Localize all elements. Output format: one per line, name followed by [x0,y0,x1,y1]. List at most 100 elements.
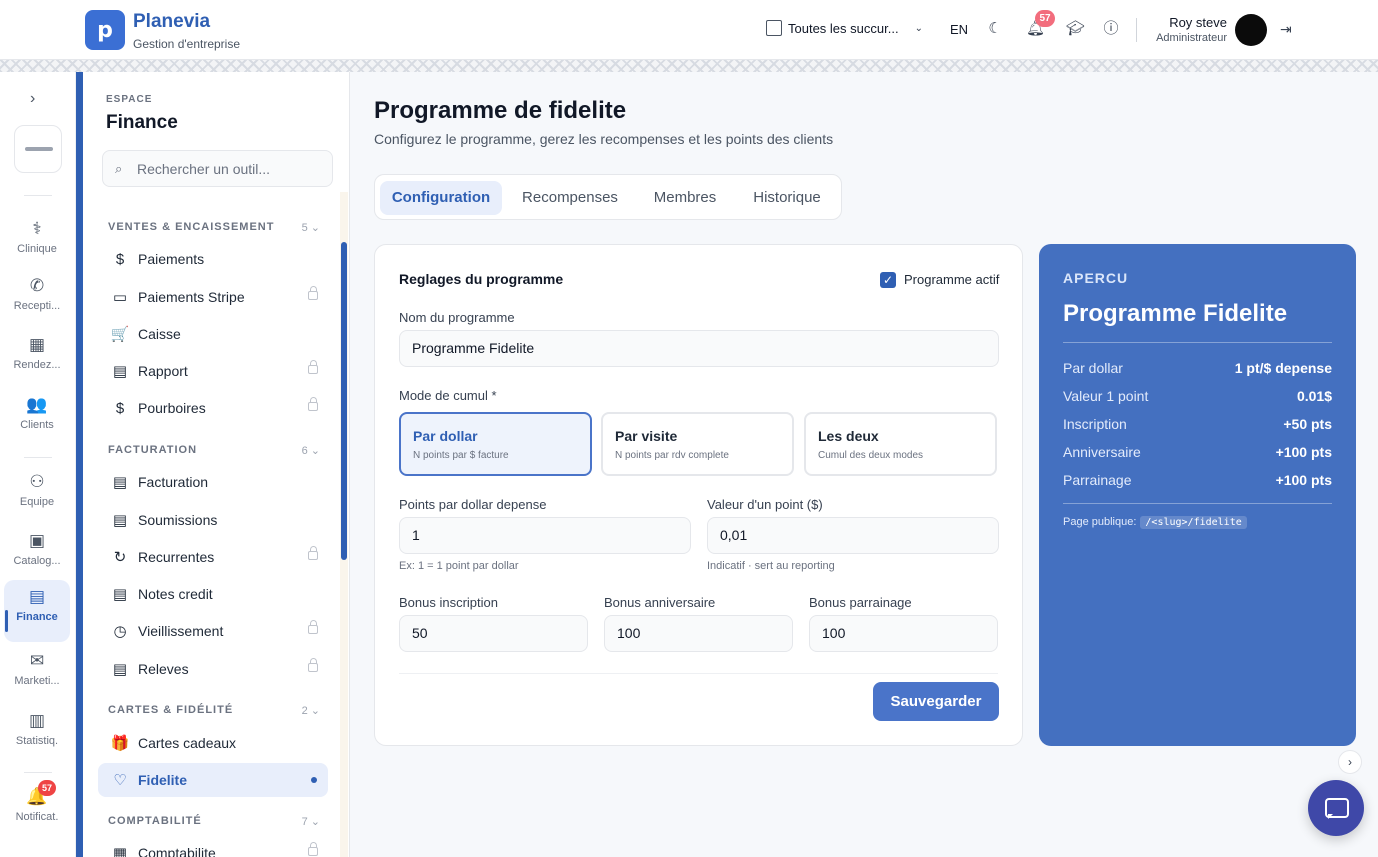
rail-item-marketing[interactable]: ✉ Marketi... [4,644,70,706]
avatar[interactable] [1235,14,1267,46]
finance-sidebar: ESPACE Finance ⌕ VENTES & ENCAISSEMENT 5… [76,72,350,857]
nav-item-soumissions[interactable]: ▤ Soumissions [98,503,328,537]
nav-item-paiements[interactable]: $ Paiements [98,242,328,276]
lock-icon [308,658,318,672]
app-logo[interactable]: p [85,10,125,50]
mode-option-par-dollar[interactable]: Par dollar N points par $ facture [399,412,592,476]
public-page-label: Page publique: [1063,516,1137,528]
points-per-dollar-input[interactable]: 1 [399,517,691,554]
save-button[interactable]: Sauvegarder [873,682,999,721]
nav-item-comptabilite[interactable]: ▦ Comptabilite [98,836,328,857]
preview-label: APERCU [1063,270,1129,286]
user-name[interactable]: Roy steve [1140,15,1227,30]
nav-item-rapport[interactable]: ▤ Rapport [98,354,328,388]
help-icon[interactable]: ⓘ [1102,20,1120,38]
nav-item-fidelite[interactable]: ♡ Fidelite [98,763,328,797]
rail-item-notifications[interactable]: 🔔 Notificat. [4,780,70,842]
preview-row-key: Valeur 1 point [1063,388,1149,404]
nav-item-cartes-cadeaux[interactable]: 🎁 Cartes cadeaux [98,726,328,760]
section-header-cartes[interactable]: CARTES & FIDÉLITÉ 2 ⌄ [108,704,320,717]
preview-row-key: Parrainage [1063,472,1132,488]
moon-icon[interactable]: ☾ [986,20,1004,38]
tab-recompenses[interactable]: Recompenses [508,181,632,215]
branch-selector[interactable]: Toutes les succur... ⌄ [766,20,923,36]
preview-row-value: +100 pts [1275,472,1332,488]
active-dot [311,777,317,783]
nav-item-label: Vieillissement [138,623,224,639]
section-header-facturation[interactable]: FACTURATION 6 ⌄ [108,444,320,457]
rail-item-label: Equipe [19,496,55,508]
bonus-anniversaire-input[interactable]: 100 [604,615,793,652]
refresh-icon: ↻ [113,549,127,566]
wallet-icon: ▤ [28,587,46,606]
team-icon: ⚇ [29,472,45,491]
nav-item-facturation[interactable]: ▤ Facturation [98,465,328,499]
preview-row: Par dollar 1 pt/$ depense [1063,360,1332,380]
rail-item-rendezvous[interactable]: ▦ Rendez... [4,328,70,390]
tab-historique[interactable]: Historique [738,181,836,215]
preview-row-value: 0.01$ [1296,388,1332,404]
bonus-inscription-input[interactable]: 50 [399,615,588,652]
section-header-comptabilite[interactable]: COMPTABILITÉ 7 ⌄ [108,815,320,828]
tab-membres[interactable]: Membres [638,181,732,215]
document-icon: ▤ [112,586,128,603]
report-icon: ▤ [112,363,128,380]
nav-item-releves[interactable]: ▤ Releves [98,652,328,686]
bonus-parrainage-input[interactable]: 100 [809,615,998,652]
mode-option-les-deux[interactable]: Les deux Cumul des deux modes [804,412,997,476]
rail-item-clinique[interactable]: ⚕ Clinique [4,212,70,274]
nav-item-notes-credit[interactable]: ▤ Notes credit [98,577,328,611]
rail-item-statistiques[interactable]: ▥ Statistiq. [4,704,70,766]
preview-row-value: +50 pts [1283,416,1332,432]
nav-item-vieillissement[interactable]: ◷ Vieillissement [98,614,328,648]
preview-row: Inscription +50 pts [1063,416,1332,436]
chevron-down-icon: ⌄ [914,22,923,34]
public-page-path[interactable]: /<slug>/fidelite [1140,516,1247,529]
nav-item-caisse[interactable]: 🛒 Caisse [98,317,328,351]
section-header-ventes[interactable]: VENTES & ENCAISSEMENT 5 ⌄ [108,221,320,234]
active-checkbox-label[interactable]: Programme actif [904,272,999,287]
preview-row-key: Inscription [1063,416,1127,432]
language-toggle[interactable]: EN [950,22,968,37]
rail-item-equipe[interactable]: ⚇ Equipe [4,465,70,527]
point-value-input[interactable]: 0,01 [707,517,999,554]
chevron-right-icon[interactable]: › [1338,750,1362,774]
building-icon [766,20,782,36]
points-field-label: Points par dollar depense [399,497,547,512]
nav-item-paiements-stripe[interactable]: ▭ Paiements Stripe [98,280,328,314]
briefcase-icon: ▣ [28,531,46,550]
rail-item-label: Rendez... [13,359,61,371]
expand-rail-icon[interactable]: › [30,90,35,108]
search-input[interactable] [137,151,327,186]
chat-icon[interactable] [1308,780,1364,836]
program-name-input[interactable]: Programme Fidelite [399,330,999,367]
nav-item-label: Fidelite [138,772,188,788]
logout-icon[interactable]: ⇥ [1280,21,1292,38]
nav-item-recurrentes[interactable]: ↻ Recurrentes [98,540,328,574]
rail-item-finance[interactable]: ▤ Finance [4,580,70,642]
rail-item-reception[interactable]: ✆ Recepti... [4,269,70,331]
graduation-cap-icon[interactable]: 🎓︎ [1066,20,1085,38]
nav-item-label: Paiements [138,251,205,267]
section-title: CARTES & FIDÉLITÉ [108,704,234,716]
mode-field-label: Mode de cumul * [399,388,497,403]
bonus-anniversaire-label: Bonus anniversaire [604,595,716,610]
rail-item-clients[interactable]: 👥 Clients [4,388,70,450]
brand-name: Planevia [133,11,211,32]
rail-item-label: Catalog... [13,555,61,567]
nav-item-pourboires[interactable]: $ Pourboires [98,391,328,425]
calendar-icon: ▦ [28,335,46,354]
section-title: FACTURATION [108,444,198,456]
mode-option-par-visite[interactable]: Par visite N points par rdv complete [601,412,794,476]
active-checkbox[interactable]: ✓ [880,272,896,288]
nav-item-label: Comptabilite [138,845,216,857]
name-field-label: Nom du programme [399,310,515,325]
organization-logo[interactable] [14,125,62,173]
search-icon: ⌕ [115,161,123,176]
scrollbar[interactable] [341,242,347,560]
preview-card: APERCU Programme Fidelite Par dollar 1 p… [1039,244,1356,746]
mail-icon: ✉ [29,651,45,670]
divider [1063,342,1332,343]
rail-item-catalogue[interactable]: ▣ Catalog... [4,524,70,586]
tab-configuration[interactable]: Configuration [380,181,502,215]
